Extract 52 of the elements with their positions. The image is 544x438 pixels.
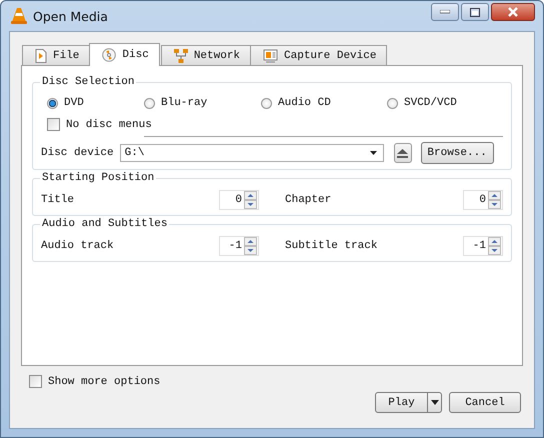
close-icon bbox=[507, 7, 519, 17]
checkbox[interactable] bbox=[47, 118, 60, 131]
browse-button[interactable]: Browse... bbox=[420, 142, 494, 164]
minimize-button[interactable] bbox=[431, 3, 459, 21]
cancel-button[interactable]: Cancel bbox=[449, 392, 521, 413]
traffic-cone-icon bbox=[11, 7, 27, 25]
radio-button[interactable] bbox=[47, 98, 58, 108]
radio-option[interactable]: DVD bbox=[47, 97, 144, 109]
file-icon bbox=[35, 48, 47, 62]
radio-option[interactable]: Blu-ray bbox=[144, 97, 261, 109]
tab[interactable]: File bbox=[22, 45, 90, 65]
checkbox-option[interactable]: No disc menus bbox=[47, 118, 503, 131]
network-icon bbox=[174, 48, 188, 62]
spin-box[interactable]: 0 bbox=[463, 190, 503, 210]
eject-icon bbox=[397, 148, 408, 158]
spin-arrows-icon bbox=[488, 237, 501, 255]
field-label: Title bbox=[41, 194, 74, 206]
spin-arrows-icon bbox=[488, 191, 501, 209]
checkbox-option[interactable]: Show more options bbox=[29, 375, 523, 388]
radio-button[interactable] bbox=[261, 98, 272, 108]
close-button[interactable] bbox=[491, 3, 535, 21]
dropdown-arrow-icon bbox=[430, 400, 438, 405]
field-label: Chapter bbox=[285, 194, 332, 206]
tab[interactable]: Disc bbox=[89, 43, 160, 66]
checkbox[interactable] bbox=[29, 375, 42, 388]
disc-device-dropdown[interactable]: G:\ bbox=[120, 144, 384, 162]
spin-box[interactable]: -1 bbox=[219, 236, 259, 256]
maximize-button[interactable] bbox=[461, 3, 489, 21]
tab[interactable]: Capture Device bbox=[250, 45, 388, 65]
spin-arrows-icon bbox=[244, 237, 257, 255]
field-label: Audio track bbox=[41, 240, 114, 252]
spin-arrows-icon bbox=[244, 191, 257, 209]
group-title: Starting Position bbox=[41, 172, 156, 184]
radio-button[interactable] bbox=[144, 98, 155, 108]
spin-box[interactable]: -1 bbox=[463, 236, 503, 256]
field-label: Disc device bbox=[41, 147, 114, 159]
radio-option[interactable]: SVCD/VCD bbox=[387, 97, 503, 109]
play-split-button[interactable]: Play bbox=[375, 392, 442, 413]
group-title: Disc Selection bbox=[41, 76, 136, 88]
window-title: Open Media bbox=[33, 8, 108, 24]
spin-box[interactable]: 0 bbox=[219, 190, 259, 210]
radio-option[interactable]: Audio CD bbox=[261, 97, 387, 109]
minimize-icon bbox=[440, 10, 450, 14]
dropdown-arrow-icon bbox=[370, 151, 377, 155]
field-label: Subtitle track bbox=[285, 240, 378, 252]
radio-button[interactable] bbox=[387, 98, 398, 108]
tab[interactable]: Network bbox=[160, 45, 252, 65]
maximize-icon bbox=[470, 8, 480, 16]
disc-icon bbox=[102, 48, 116, 62]
eject-button[interactable] bbox=[394, 143, 412, 163]
capture-card-icon bbox=[263, 48, 278, 62]
group-title: Audio and Subtitles bbox=[41, 218, 168, 230]
